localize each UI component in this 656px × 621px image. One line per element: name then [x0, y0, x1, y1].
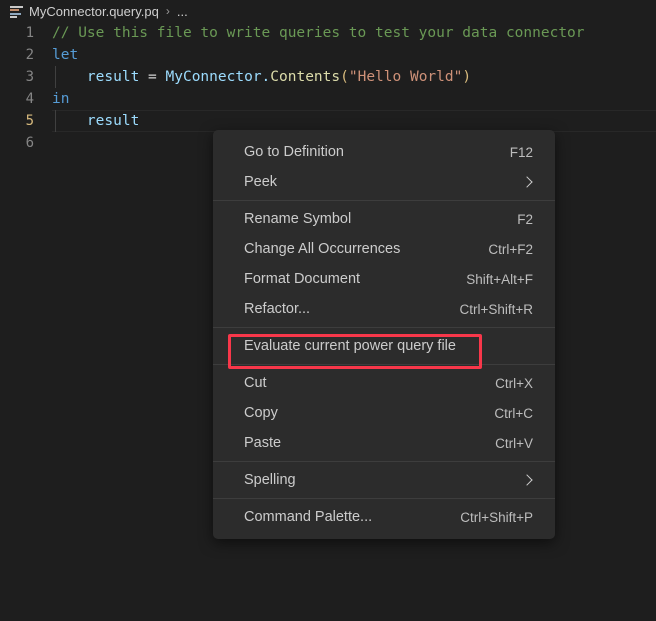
menu-item-change-all-occurrences[interactable]: Change All Occurrences Ctrl+F2 — [213, 234, 555, 264]
menu-item-command-palette[interactable]: Command Palette... Ctrl+Shift+P — [213, 502, 555, 532]
code-token-function: Contents — [270, 69, 341, 85]
menu-item-shortcut: Ctrl+Shift+P — [460, 509, 533, 525]
menu-item-label: Cut — [244, 375, 267, 391]
menu-item-label: Spelling — [244, 472, 296, 488]
code-token-identifier: result — [86, 69, 140, 85]
editor-context-menu[interactable]: Go to Definition F12 Peek Rename Symbol … — [213, 130, 555, 539]
code-token-string: "Hello World" — [348, 69, 463, 85]
menu-item-label: Copy — [244, 405, 278, 421]
menu-item-format-document[interactable]: Format Document Shift+Alt+F — [213, 264, 555, 294]
menu-item-shortcut: F2 — [517, 211, 533, 227]
menu-item-label: Peek — [244, 174, 278, 190]
menu-item-refactor[interactable]: Refactor... Ctrl+Shift+R — [213, 294, 555, 324]
code-token-open-paren: ( — [340, 69, 349, 85]
menu-item-go-to-definition[interactable]: Go to Definition F12 — [213, 137, 555, 167]
indent-guide — [55, 110, 56, 132]
menu-item-label: Format Document — [244, 271, 361, 287]
menu-item-spelling[interactable]: Spelling — [213, 465, 555, 495]
menu-item-peek[interactable]: Peek — [213, 167, 555, 197]
code-line-5-active[interactable]: 5 result — [0, 110, 656, 132]
menu-item-label: Evaluate current power query file — [244, 338, 456, 354]
menu-item-label: Paste — [244, 435, 282, 451]
breadcrumb-file[interactable]: MyConnector.query.pq — [29, 4, 159, 19]
menu-item-rename-symbol[interactable]: Rename Symbol F2 — [213, 204, 555, 234]
menu-group-navigation: Go to Definition F12 Peek — [213, 134, 555, 200]
indent-guide — [55, 66, 56, 88]
menu-group-power-query: Evaluate current power query file — [213, 328, 555, 369]
menu-item-shortcut: Ctrl+Shift+R — [459, 301, 533, 317]
code-line-4[interactable]: 4 in — [0, 88, 656, 110]
menu-item-shortcut: Ctrl+V — [495, 435, 533, 451]
code-token-comment: // Use this file to write queries to tes… — [52, 25, 585, 41]
menu-item-shortcut: Ctrl+F2 — [488, 241, 533, 257]
code-token-result-return: result — [86, 113, 140, 129]
symbol-list-icon — [10, 5, 23, 18]
line-number-active: 5 — [25, 113, 34, 129]
line-number: 3 — [25, 69, 34, 85]
menu-item-copy[interactable]: Copy Ctrl+C — [213, 398, 555, 428]
code-token-close-paren: ) — [462, 69, 472, 85]
line-number: 6 — [25, 135, 34, 151]
menu-item-shortcut: Ctrl+C — [494, 405, 533, 421]
line-number: 4 — [25, 91, 34, 107]
code-token-let: let — [52, 47, 79, 63]
breadcrumb-separator-icon: › — [165, 4, 170, 18]
code-token-qualifier: MyConnector. — [165, 69, 271, 85]
menu-group-command-palette: Command Palette... Ctrl+Shift+P — [213, 499, 555, 535]
line-number: 1 — [25, 25, 34, 41]
code-token-in: in — [52, 91, 70, 107]
menu-item-label: Go to Definition — [244, 144, 344, 160]
code-token-equals: = — [148, 69, 157, 85]
code-line-3[interactable]: 3 result = MyConnector. Contents("Hello W… — [0, 66, 656, 88]
menu-item-label: Refactor... — [244, 301, 311, 317]
menu-group-clipboard: Cut Ctrl+X Copy Ctrl+C Paste Ctrl+V — [213, 365, 555, 461]
chevron-right-icon — [521, 474, 533, 486]
code-line-2[interactable]: 2 let — [0, 44, 656, 66]
menu-item-label: Command Palette... — [244, 509, 373, 525]
menu-item-evaluate-current-power-query-file[interactable]: Evaluate current power query file — [213, 331, 555, 361]
menu-group-refactor: Rename Symbol F2 Change All Occurrences … — [213, 201, 555, 327]
code-line-1[interactable]: 1 // Use this file to write queries to t… — [0, 22, 656, 44]
menu-item-cut[interactable]: Cut Ctrl+X — [213, 368, 555, 398]
menu-group-spelling: Spelling — [213, 462, 555, 498]
vscode-editor-window: MyConnector.query.pq › ... 1 // Use this… — [0, 0, 656, 621]
menu-item-shortcut: Shift+Alt+F — [466, 271, 533, 287]
menu-item-label: Change All Occurrences — [244, 241, 401, 257]
menu-item-label: Rename Symbol — [244, 211, 352, 227]
menu-item-paste[interactable]: Paste Ctrl+V — [213, 428, 555, 458]
breadcrumb[interactable]: MyConnector.query.pq › ... — [0, 0, 656, 22]
menu-item-shortcut: F12 — [509, 144, 533, 160]
breadcrumb-overflow[interactable]: ... — [177, 4, 188, 19]
menu-item-shortcut: Ctrl+X — [495, 375, 533, 391]
active-line-highlight — [52, 110, 656, 132]
line-number: 2 — [25, 47, 34, 63]
chevron-right-icon — [521, 176, 533, 188]
